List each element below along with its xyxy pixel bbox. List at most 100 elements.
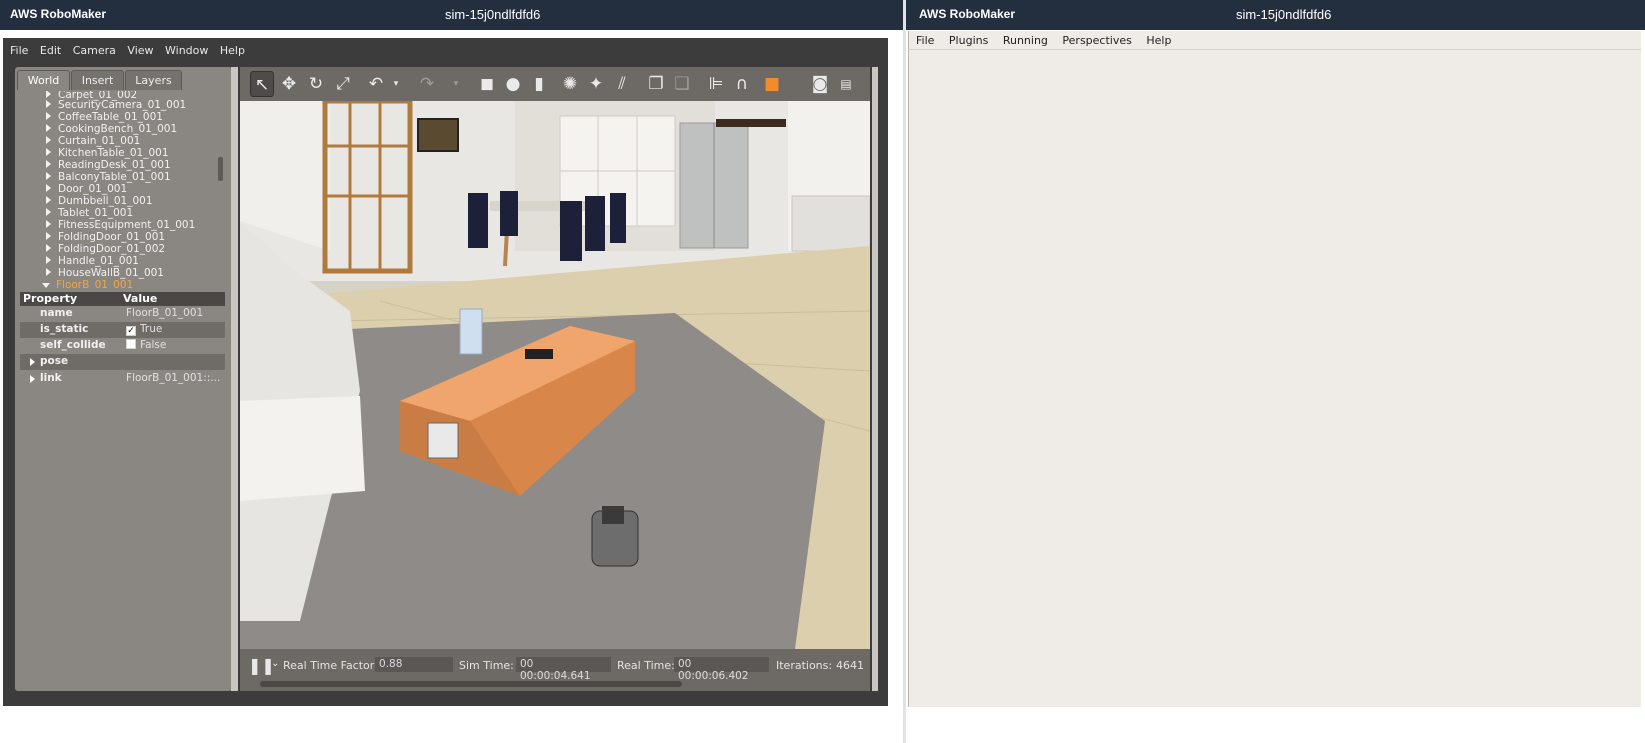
snap-magnet-icon[interactable]: ∩ [730,71,754,97]
undo-dropdown-icon[interactable]: ▾ [384,71,408,97]
expand-arrow-icon[interactable] [46,208,51,216]
expand-arrow-icon[interactable] [46,172,51,180]
expand-arrow-icon[interactable] [46,160,51,168]
left-brand: AWS RoboMaker [10,7,107,21]
right-window: AWS RoboMaker sim-15j0ndlfdfd6 File Plug… [906,0,1645,743]
tree-item[interactable]: Dumbbell_01_001 [46,195,153,207]
tree-item-selected[interactable]: FloorB_01_001 [42,279,133,289]
checkbox-unchecked-icon[interactable] [126,339,136,349]
tree-item[interactable]: Curtain_01_001 [46,135,140,147]
sim-time-label: Sim Time: [459,659,514,672]
scene-render [240,101,870,649]
tree-item[interactable]: FoldingDoor_01_001 [46,231,165,243]
expand-arrow-icon[interactable] [30,358,35,366]
tree-item[interactable]: Door_01_001 [46,183,127,195]
expand-arrow-icon[interactable] [46,256,51,264]
property-header: Property Value [20,292,225,306]
tree-item[interactable]: BalconyTable_01_001 [46,171,171,183]
gazebo-toolbar: ↖ ✥ ↻ ⤢ ↶ ▾ ↷ ▾ ◼ ● ▮ ✺ ✦ ⫽ ❐ ❏ ⊫ ∩ ■ ◙ … [240,67,870,101]
panel-splitter[interactable] [231,67,238,691]
expand-arrow-icon[interactable] [46,220,51,228]
rtf-label: Real Time Factor: [283,659,378,672]
viewport-scrollbar[interactable] [260,681,682,687]
checkbox-checked-icon[interactable]: ✓ [126,326,136,336]
left-sim-name: sim-15j0ndlfdfd6 [445,7,541,22]
property-row-name: name FloorB_01_001 [40,307,204,319]
expand-arrow-icon[interactable] [46,112,51,120]
expand-arrow-icon[interactable] [46,244,51,252]
step-icon[interactable]: ⌄ [271,658,279,669]
sphere-icon[interactable]: ● [501,71,525,97]
scale-icon[interactable]: ⤢ [331,71,355,97]
paste-icon[interactable]: ❏ [670,71,694,97]
expand-arrow-icon[interactable] [46,268,51,276]
expand-arrow-icon[interactable] [46,232,51,240]
log-icon[interactable]: ▤ [834,71,858,97]
tree-item[interactable]: HouseWallB_01_001 [46,267,164,279]
3d-viewport[interactable] [240,101,870,649]
expand-arrow-icon[interactable] [46,148,51,156]
rqt-menu-perspectives[interactable]: Perspectives [1062,34,1131,47]
expand-arrow-icon[interactable] [46,124,51,132]
real-time-label: Real Time: [617,659,675,672]
menu-help[interactable]: Help [220,44,245,57]
tab-insert[interactable]: Insert [71,70,124,90]
menu-file[interactable]: File [10,44,28,57]
align-icon[interactable]: ⊫ [704,71,728,97]
rqt-menu-separator [908,49,1641,50]
point-light-icon[interactable]: ✺ [558,71,582,97]
spot-light-icon[interactable]: ✦ [584,71,608,97]
tree-item[interactable]: FoldingDoor_01_002 [46,243,165,255]
select-arrow-icon[interactable]: ↖ [250,71,274,97]
rotate-icon[interactable]: ↻ [304,71,328,97]
expand-arrow-icon[interactable] [30,375,35,383]
directional-light-icon[interactable]: ⫽ [610,71,634,97]
box-icon[interactable]: ◼ [475,71,499,97]
translate-icon[interactable]: ✥ [277,71,301,97]
expand-arrow-icon[interactable] [46,196,51,204]
redo-icon[interactable]: ↷ [415,71,439,97]
collapse-arrow-icon[interactable] [42,283,50,288]
gazebo-menubar: File Edit Camera View Window Help [10,44,253,60]
copy-icon[interactable]: ❐ [644,71,668,97]
tree-scrollbar[interactable] [218,157,223,181]
tab-layers[interactable]: Layers [125,70,182,90]
rqt-menu-help[interactable]: Help [1146,34,1171,47]
sim-time-value: 00 00:00:04.641 [516,657,611,682]
menu-view[interactable]: View [127,44,153,57]
rqt-menubar: File Plugins Running Perspectives Help [916,34,1182,47]
tree-item[interactable]: CookingBench_01_001 [46,123,177,135]
iterations-value: 4641 [836,659,864,672]
cylinder-icon[interactable]: ▮ [527,71,551,97]
iterations-label: Iterations: [776,659,833,672]
rqt-menu-file[interactable]: File [916,34,934,47]
expand-arrow-icon[interactable] [46,184,51,192]
view-angle-icon[interactable]: ■ [760,71,784,97]
tree-item[interactable]: CoffeeTable_01_001 [46,111,163,123]
menu-edit[interactable]: Edit [40,44,61,57]
rqt-menu-running[interactable]: Running [1003,34,1048,47]
tree-item[interactable]: ReadingDesk_01_001 [46,159,171,171]
tree-item[interactable]: SecurityCamera_01_001 [46,99,186,111]
expand-arrow-icon[interactable] [46,136,51,144]
redo-dropdown-icon[interactable]: ▾ [444,71,468,97]
tab-world[interactable]: World [17,70,70,90]
menu-window[interactable]: Window [165,44,208,57]
gazebo-statusbar: ❚❚ ⌄ Real Time Factor: 0.88 Sim Time: 00… [240,649,870,691]
rqt-menu-plugins[interactable]: Plugins [949,34,988,47]
expand-arrow-icon[interactable] [46,91,51,98]
property-row-link[interactable]: link FloorB_01_001::... [20,371,225,387]
tree-item[interactable]: KitchenTable_01_001 [46,147,169,159]
real-time-value: 00 00:00:06.402 [674,657,769,682]
model-tree: Carpet_01_002 SecurityCamera_01_001 Coff… [20,91,223,289]
menu-camera[interactable]: Camera [73,44,116,57]
tree-item[interactable]: Tablet_01_001 [46,207,133,219]
tree-item[interactable]: Handle_01_001 [46,255,139,267]
property-row-pose[interactable]: pose [20,354,225,370]
screenshot-icon[interactable]: ◙ [808,71,832,97]
expand-arrow-icon[interactable] [46,100,51,108]
right-sim-name: sim-15j0ndlfdfd6 [1236,7,1332,22]
rqt-window [908,31,1641,707]
property-row-is-static: is_static ✓ True [20,322,225,338]
tree-item[interactable]: FitnessEquipment_01_001 [46,219,195,231]
